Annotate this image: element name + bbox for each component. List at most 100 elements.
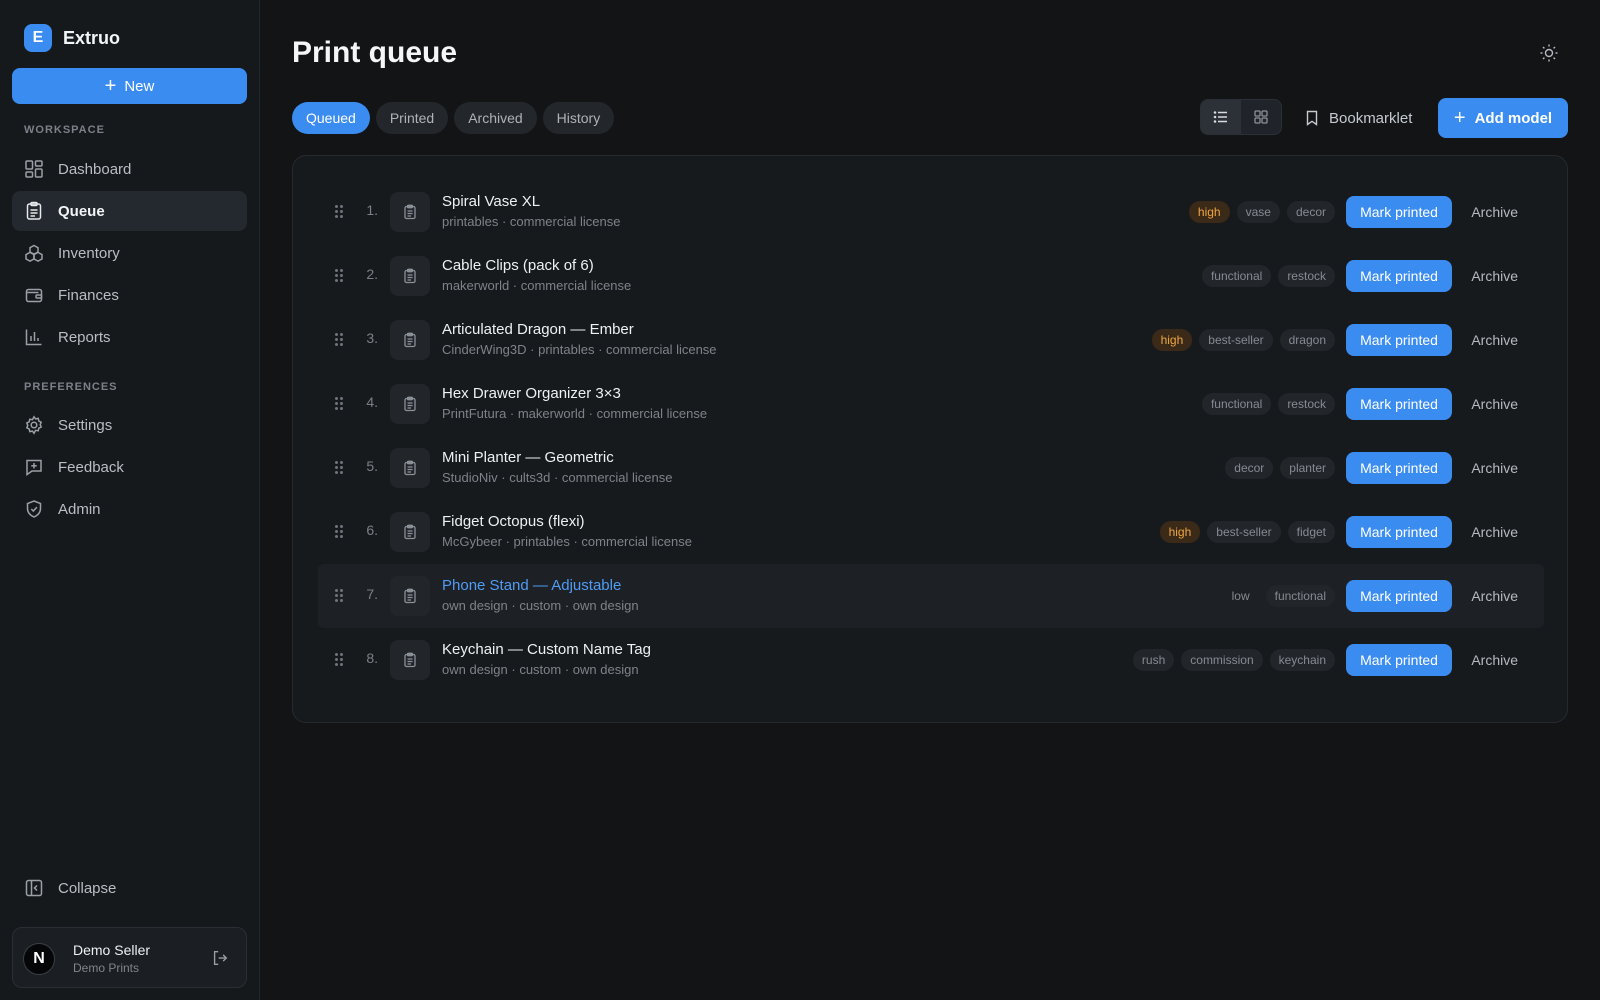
model-meta: printables · commercial license	[442, 214, 621, 229]
queue-row[interactable]: 4. Hex Drawer Organizer 3×3 PrintFutura …	[318, 372, 1544, 436]
queue-row[interactable]: 2. Cable Clips (pack of 6) makerworld · …	[318, 244, 1544, 308]
mark-printed-button[interactable]: Mark printed	[1346, 388, 1452, 420]
brand[interactable]: E Extruo	[24, 24, 120, 52]
model-title[interactable]: Articulated Dragon — Ember	[442, 321, 634, 338]
sidebar-item-reports[interactable]: Reports	[12, 317, 247, 357]
sidebar-item-inventory[interactable]: Inventory	[12, 233, 247, 273]
mark-printed-button[interactable]: Mark printed	[1346, 196, 1452, 228]
bookmarklet-label: Bookmarklet	[1329, 109, 1413, 127]
tag-decor: decor	[1286, 201, 1335, 223]
drag-handle-icon[interactable]	[335, 588, 345, 604]
queue-row[interactable]: 8. Keychain — Custom Name Tag own design…	[318, 628, 1544, 692]
plus-icon: +	[1453, 107, 1466, 129]
sidebar-collapse-icon	[25, 879, 43, 897]
sidebar-item-admin[interactable]: Admin	[12, 489, 247, 529]
grid-view-button[interactable]	[1241, 100, 1281, 134]
sun-icon[interactable]	[1539, 43, 1559, 63]
bookmarklet-button[interactable]: Bookmarklet	[1305, 104, 1412, 132]
archive-button[interactable]: Archive	[1452, 524, 1522, 540]
sidebar-item-label: Queue	[58, 202, 105, 220]
drag-handle-icon[interactable]	[335, 652, 345, 668]
tag-commission: commission	[1181, 649, 1263, 671]
tag-fidget: fidget	[1287, 521, 1335, 543]
list-icon	[1213, 111, 1227, 123]
queue-row[interactable]: 1. Spiral Vase XL printables · commercia…	[318, 180, 1544, 244]
tag-high: high	[1188, 201, 1230, 223]
queue-row[interactable]: 5. Mini Planter — Geometric StudioNiv · …	[318, 436, 1544, 500]
model-thumbnail	[390, 192, 430, 232]
model-meta: makerworld · commercial license	[442, 278, 632, 293]
archive-button[interactable]: Archive	[1452, 204, 1522, 220]
mark-printed-button[interactable]: Mark printed	[1346, 580, 1452, 612]
mark-printed-button[interactable]: Mark printed	[1346, 516, 1452, 548]
model-title[interactable]: Cable Clips (pack of 6)	[442, 257, 594, 274]
tag-restock: restock	[1278, 265, 1335, 287]
logout-icon[interactable]	[211, 949, 229, 967]
clipboard-icon	[404, 204, 416, 220]
add-model-button[interactable]: + Add model	[1438, 98, 1568, 138]
drag-handle-icon[interactable]	[335, 396, 345, 412]
row-number: 5.	[366, 458, 378, 474]
drag-handle-icon[interactable]	[335, 524, 345, 540]
model-title[interactable]: Hex Drawer Organizer 3×3	[442, 385, 621, 402]
brand-logo: E	[24, 24, 52, 52]
row-actions: high best-seller dragon Mark printed Archi…	[1151, 322, 1522, 358]
tag-high: high	[1151, 329, 1193, 351]
model-meta: PrintFutura · makerworld · commercial li…	[442, 406, 708, 421]
model-thumbnail	[390, 320, 430, 360]
mark-printed-button[interactable]: Mark printed	[1346, 452, 1452, 484]
model-title[interactable]: Fidget Octopus (flexi)	[442, 513, 585, 530]
sidebar-item-dashboard[interactable]: Dashboard	[12, 149, 247, 189]
model-title[interactable]: Mini Planter — Geometric	[442, 449, 614, 466]
sidebar-item-finances[interactable]: Finances	[12, 275, 247, 315]
tag-list: functional restock	[1201, 393, 1335, 415]
archive-button[interactable]: Archive	[1452, 332, 1522, 348]
sidebar-item-settings[interactable]: Settings	[12, 405, 247, 445]
tag-list: rush commission keychain	[1132, 649, 1335, 671]
sidebar-item-queue[interactable]: Queue	[12, 191, 247, 231]
drag-handle-icon[interactable]	[335, 204, 345, 220]
tag-dragon: dragon	[1279, 329, 1335, 351]
mark-printed-button[interactable]: Mark printed	[1346, 324, 1452, 356]
new-button[interactable]: + New	[12, 68, 247, 104]
collapse-sidebar-button[interactable]: Collapse	[12, 868, 247, 908]
archive-button[interactable]: Archive	[1452, 588, 1522, 604]
tab-queued[interactable]: Queued	[292, 102, 370, 134]
drag-handle-icon[interactable]	[335, 268, 345, 284]
tag-list: high best-seller dragon	[1151, 329, 1335, 351]
boxes-icon	[25, 244, 43, 262]
archive-button[interactable]: Archive	[1452, 268, 1522, 284]
archive-button[interactable]: Archive	[1452, 652, 1522, 668]
list-view-button[interactable]	[1201, 100, 1241, 134]
archive-button[interactable]: Archive	[1452, 460, 1522, 476]
mark-printed-button[interactable]: Mark printed	[1346, 260, 1452, 292]
tab-archived[interactable]: Archived	[454, 102, 537, 134]
row-actions: rush commission keychain Mark printed Arch…	[1132, 642, 1522, 678]
archive-button[interactable]: Archive	[1452, 396, 1522, 412]
queue-tabs: Queued Printed Archived History	[292, 102, 615, 134]
row-actions: functional restock Mark printed Archive	[1201, 258, 1522, 294]
drag-handle-icon[interactable]	[335, 460, 345, 476]
row-actions: high best-seller fidget Mark printed Archi…	[1159, 514, 1522, 550]
queue-row[interactable]: 7. Phone Stand — Adjustable own design ·…	[318, 564, 1544, 628]
user-card[interactable]: N Demo Seller Demo Prints	[12, 927, 247, 988]
sidebar-item-label: Feedback	[58, 458, 124, 476]
drag-handle-icon[interactable]	[335, 332, 345, 348]
model-title[interactable]: Phone Stand — Adjustable	[442, 577, 621, 594]
sidebar-item-feedback[interactable]: Feedback	[12, 447, 247, 487]
model-title[interactable]: Keychain — Custom Name Tag	[442, 641, 651, 658]
mark-printed-button[interactable]: Mark printed	[1346, 644, 1452, 676]
plus-icon: +	[104, 75, 117, 97]
tab-history[interactable]: History	[542, 102, 615, 134]
queue-row[interactable]: 6. Fidget Octopus (flexi) McGybeer · pri…	[318, 500, 1544, 564]
preferences-section-label: PREFERENCES	[24, 381, 118, 393]
queue-row[interactable]: 3. Articulated Dragon — Ember CinderWing…	[318, 308, 1544, 372]
row-number: 8.	[366, 650, 378, 666]
tab-printed[interactable]: Printed	[375, 102, 449, 134]
grid-icon	[1254, 110, 1268, 124]
clipboard-icon	[404, 524, 416, 540]
row-number: 1.	[366, 202, 378, 218]
tag-planter: planter	[1280, 457, 1335, 479]
model-title[interactable]: Spiral Vase XL	[442, 193, 540, 210]
model-thumbnail	[390, 576, 430, 616]
